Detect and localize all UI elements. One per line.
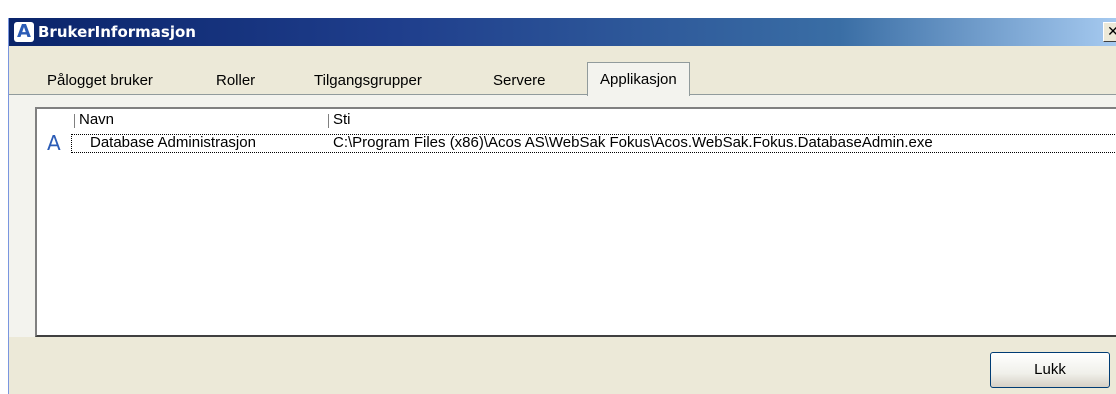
cell-sti: C:\Program Files (x86)\Acos AS\WebSak Fo… <box>333 134 933 151</box>
close-icon[interactable]: ✕ <box>1103 22 1116 42</box>
column-separator[interactable] <box>74 114 75 128</box>
lukk-button[interactable]: Lukk <box>990 352 1110 388</box>
application-list[interactable]: Navn Sti A Database Administrasjon C:\Pr… <box>35 107 1116 337</box>
title-bar[interactable]: A BrukerInformasjon ✕ <box>9 18 1116 46</box>
tab-palogget-bruker[interactable]: Pålogget bruker <box>47 68 153 94</box>
tab-strip: Pålogget bruker Roller Tilgangsgrupper S… <box>9 62 1116 96</box>
window-title: BrukerInformasjon <box>38 23 196 41</box>
column-header-sti[interactable]: Sti <box>333 109 351 131</box>
column-header-navn[interactable]: Navn <box>79 109 114 131</box>
tab-servere[interactable]: Servere <box>493 68 546 94</box>
tab-tilgangsgrupper[interactable]: Tilgangsgrupper <box>314 68 422 94</box>
list-item[interactable]: A Database Administrasjon C:\Program Fil… <box>37 132 1116 154</box>
acos-logo-icon: A <box>14 22 34 42</box>
cell-navn: Database Administrasjon <box>90 134 256 151</box>
list-header: Navn Sti <box>37 109 1116 131</box>
acos-app-icon: A <box>47 131 61 155</box>
column-separator[interactable] <box>328 114 329 128</box>
dialog-window: A BrukerInformasjon ✕ Pålogget bruker Ro… <box>8 18 1116 394</box>
button-bar <box>9 337 1116 394</box>
tab-applikasjon[interactable]: Applikasjon <box>587 62 690 96</box>
tab-roller[interactable]: Roller <box>216 68 255 94</box>
